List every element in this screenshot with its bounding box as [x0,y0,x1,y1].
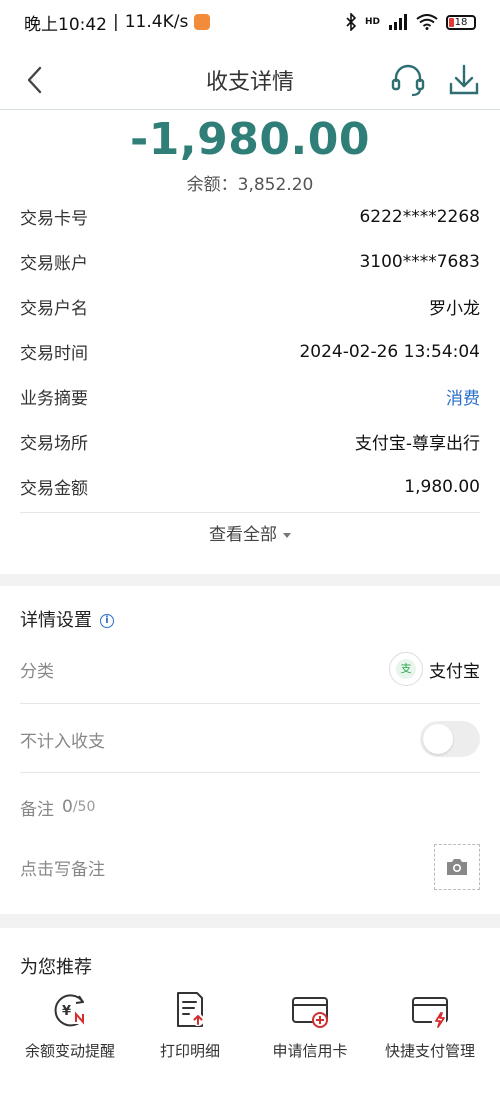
detail-list: 交易卡号 6222****2268 交易账户 3100****7683 交易户名 罗小… [20,194,480,513]
detail-value: 6222****2268 [359,206,480,227]
detail-row-time: 交易时间 2024-02-26 13:54:04 [20,329,480,374]
nav-bar: 收支详情 [0,50,500,110]
detail-value: 1,980.00 [404,476,480,497]
category-label: 分类 [20,661,54,682]
section-gap [0,574,500,586]
divider [20,772,480,773]
detail-label: 交易账户 [20,254,88,274]
alipay-icon: 支 [389,652,423,686]
note-max: /50 [72,799,96,815]
category-name: 支付宝 [429,661,480,682]
print-detail-icon [177,992,204,1027]
balance-label: 余额： [186,175,238,195]
recommend-item-print[interactable]: 打印明细 [130,990,250,1061]
signal-icon [389,14,407,30]
battery-level: 18 [454,16,468,28]
view-all-label: 查看全部 [209,525,277,545]
settings-title: 详情设置 [20,610,92,631]
detail-value: 2024-02-26 13:54:04 [299,341,480,362]
note-header: 备注 0 /50 [20,795,480,820]
detail-row-name: 交易户名 罗小龙 [20,284,480,329]
camera-button[interactable] [434,844,480,890]
detail-value: 罗小龙 [429,299,480,319]
detail-label: 交易场所 [20,434,88,454]
caret-down-icon [283,532,291,538]
back-chevron-icon[interactable] [20,64,52,96]
download-icon[interactable] [446,62,482,98]
recommend-label: 快捷支付管理 [384,1042,475,1060]
detail-row-card: 交易卡号 6222****2268 [20,194,480,239]
recommend-list: ¥ 余额变动提醒 打印明细 申请信用卡 快捷支付管理 [10,990,490,1061]
info-icon[interactable]: i [100,614,114,628]
hd-label: HD [364,17,380,27]
status-speed: 11.4K/s [124,12,189,32]
notification-icon [194,14,211,30]
exclude-label: 不计入收支 [20,731,105,752]
battery-icon: 18 [446,14,476,30]
quick-pay-icon [412,997,448,1028]
status-separator: | [113,12,119,32]
recommend-item-balance-alert[interactable]: ¥ 余额变动提醒 [10,990,130,1061]
detail-row-account: 交易账户 3100****7683 [20,239,480,284]
status-bar: 晚上10:42 | 11.4K/s HD 18 [0,0,500,44]
divider [20,703,480,704]
category-value[interactable]: 支 支付宝 [389,652,480,686]
settings-title-row: 详情设置 i [20,606,114,632]
headset-icon[interactable] [390,62,426,98]
recommend-label: 余额变动提醒 [24,1042,115,1060]
view-all-button[interactable]: 查看全部 [0,520,500,545]
detail-label: 交易户名 [20,299,88,319]
note-input-row: 点击写备注 [20,843,480,891]
note-count: 0 [62,797,73,817]
bluetooth-icon [346,13,357,31]
balance-line: 余额：3,852.20 [0,170,500,195]
detail-row-place: 交易场所 支付宝-尊享出行 [20,419,480,464]
recommend-title: 为您推荐 [20,957,92,978]
detail-row-summary: 业务摘要 消费 [20,374,480,419]
divider [20,512,480,513]
recommend-item-apply-card[interactable]: 申请信用卡 [250,990,370,1061]
detail-label: 交易时间 [20,344,88,364]
section-gap [0,914,500,928]
transaction-amount: -1,980.00 [130,114,370,165]
toggle-knob [423,724,453,754]
page-title: 收支详情 [205,69,294,95]
apply-card-icon [292,997,328,1028]
camera-icon [447,859,467,875]
detail-label: 交易卡号 [20,209,88,229]
summary-link[interactable]: 消费 [446,384,480,409]
status-time: 晚上10:42 [24,14,107,35]
detail-value: 3100****7683 [359,251,480,272]
exclude-toggle[interactable] [420,721,480,757]
detail-label: 业务摘要 [20,389,88,409]
detail-value: 支付宝-尊享出行 [354,434,480,454]
recommend-item-quick-pay[interactable]: 快捷支付管理 [370,990,490,1061]
balance-value: 3,852.20 [237,175,314,195]
note-input[interactable]: 点击写备注 [20,855,105,880]
detail-label: 交易金额 [20,479,88,499]
exclude-row: 不计入收支 [20,720,480,758]
recommend-label: 打印明细 [159,1042,220,1060]
note-label: 备注 [20,799,54,820]
detail-row-amount: 交易金额 1,980.00 [20,464,480,509]
recommend-label: 申请信用卡 [272,1042,348,1060]
balance-alert-icon: ¥ [54,994,86,1027]
wifi-icon [416,14,438,30]
category-row[interactable]: 分类 支 支付宝 [20,648,480,690]
svg-text:¥: ¥ [62,1004,71,1019]
alipay-glyph: 支 [396,659,416,679]
